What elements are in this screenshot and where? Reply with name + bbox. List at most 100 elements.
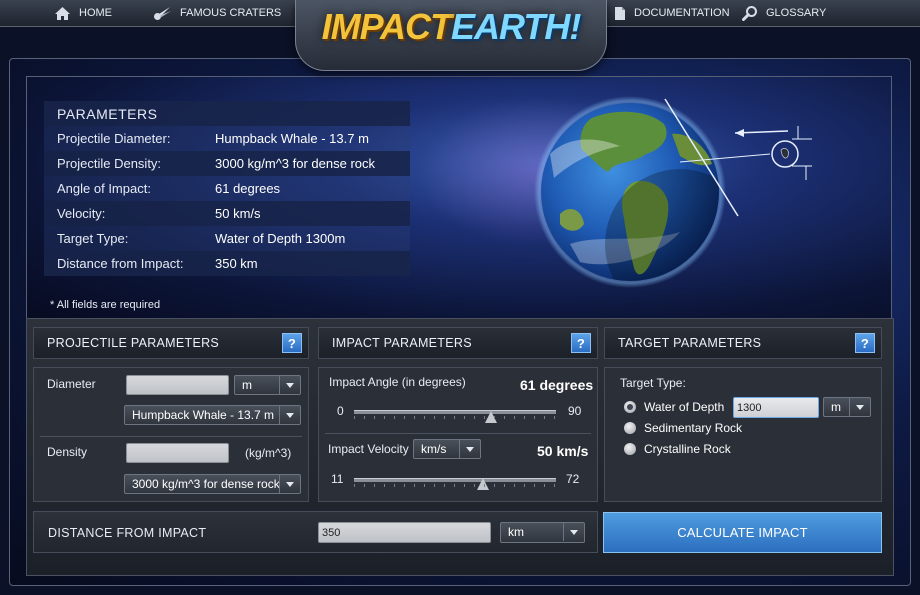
density-preset-select[interactable]: 3000 kg/m^3 for dense rock <box>124 474 301 494</box>
diameter-unit-value: m <box>242 378 252 392</box>
velocity-arrowhead-icon <box>735 129 744 137</box>
slider-tick <box>444 416 445 419</box>
slider-tick <box>484 416 485 419</box>
velocity-slider-track[interactable] <box>354 478 556 482</box>
logo-part-earth: EARTH! <box>450 6 581 47</box>
impact-angle-display: 61 degrees <box>520 377 594 393</box>
distance-input[interactable] <box>318 522 491 543</box>
slider-tick <box>474 484 475 487</box>
slider-tick <box>454 484 455 487</box>
nav-home[interactable]: HOME <box>54 0 112 26</box>
summary-value: Water of Depth 1300m <box>215 231 346 246</box>
document-icon <box>615 6 625 20</box>
distance-label: DISTANCE FROM IMPACT <box>48 526 207 540</box>
chevron-down-icon <box>279 406 300 424</box>
impact-angle-label: Impact Angle (in degrees) <box>329 375 466 389</box>
radio-water[interactable] <box>624 401 636 413</box>
impact-panel-header: IMPACT PARAMETERS ? <box>318 327 598 359</box>
slider-tick <box>384 484 385 487</box>
radio-water-label: Water of Depth <box>644 400 725 414</box>
calculate-impact-button[interactable]: CALCULATE IMPACT <box>603 512 882 553</box>
distance-unit-select[interactable]: km <box>500 522 585 543</box>
diameter-preset-value: Humpback Whale - 13.7 m <box>132 408 275 422</box>
projectile-divider <box>40 436 302 437</box>
slider-tick <box>414 484 415 487</box>
diameter-input[interactable] <box>126 375 229 395</box>
projectile-help-button[interactable]: ? <box>282 333 302 353</box>
velocity-unit-select[interactable]: km/s <box>413 439 481 459</box>
nav-home-label: HOME <box>79 7 112 19</box>
slider-tick <box>464 484 465 487</box>
diameter-preset-select[interactable]: Humpback Whale - 13.7 m <box>124 405 301 425</box>
comet-icon <box>154 6 171 20</box>
impact-divider <box>325 433 591 434</box>
velocity-unit-value: km/s <box>421 442 447 456</box>
summary-label: Target Type: <box>57 231 129 246</box>
angle-slider-thumb[interactable] <box>484 411 497 423</box>
water-depth-input[interactable] <box>733 397 819 418</box>
summary-label: Projectile Density: <box>57 156 162 171</box>
slider-tick <box>414 416 415 419</box>
nav-documentation[interactable]: DOCUMENTATION <box>614 0 730 26</box>
logo-tab: IMPACTEARTH! <box>295 0 607 71</box>
summary-label: Velocity: <box>57 206 106 221</box>
slider-tick <box>544 484 545 487</box>
chevron-down-icon <box>279 475 300 493</box>
density-preset-value: 3000 kg/m^3 for dense rock <box>132 477 280 491</box>
density-label: Density <box>47 445 88 459</box>
home-icon <box>55 6 70 20</box>
slider-tick <box>394 484 395 487</box>
magnifier-icon <box>742 6 757 21</box>
slider-tick <box>494 484 495 487</box>
summary-row: Target Type: Water of Depth 1300m <box>44 226 410 251</box>
slider-tick <box>354 416 355 419</box>
radio-crystalline-label: Crystalline Rock <box>644 442 731 456</box>
distance-unit-value: km <box>508 525 524 539</box>
parameters-title: PARAMETERS <box>57 105 158 122</box>
summary-row: Projectile Density: 3000 kg/m^3 for dens… <box>44 151 410 176</box>
slider-tick <box>354 484 355 487</box>
slider-tick <box>534 416 535 419</box>
earth-illustration <box>534 96 812 288</box>
slider-tick <box>494 416 495 419</box>
slider-tick <box>434 484 435 487</box>
slider-tick <box>364 416 365 419</box>
nav-famous-craters[interactable]: FAMOUS CRATERS <box>153 0 281 26</box>
slider-tick <box>374 416 375 419</box>
slider-tick <box>474 416 475 419</box>
slider-tick <box>544 416 545 419</box>
target-help-button[interactable]: ? <box>855 333 875 353</box>
slider-tick <box>554 416 555 419</box>
summary-label: Projectile Diameter: <box>57 131 171 146</box>
chevron-down-icon <box>563 523 584 541</box>
slider-tick <box>534 484 535 487</box>
slider-tick <box>514 416 515 419</box>
velocity-max-label: 72 <box>566 472 580 486</box>
diameter-unit-select[interactable]: m <box>234 375 301 395</box>
radio-crystalline[interactable] <box>624 443 636 455</box>
impact-help-button[interactable]: ? <box>571 333 591 353</box>
impact-panel-title: IMPACT PARAMETERS <box>332 336 472 350</box>
angle-slider-track[interactable] <box>354 410 556 414</box>
chevron-down-icon <box>459 440 480 458</box>
projectile-panel-title: PROJECTILE PARAMETERS <box>47 336 220 350</box>
slider-tick <box>514 484 515 487</box>
nav-glossary[interactable]: GLOSSARY <box>742 0 826 26</box>
projectile-icon <box>780 148 789 159</box>
chevron-down-icon <box>279 376 300 394</box>
slider-tick <box>464 416 465 419</box>
slider-tick <box>524 416 525 419</box>
summary-row: Projectile Diameter: Humpback Whale - 13… <box>44 126 410 151</box>
depth-unit-select[interactable]: m <box>823 397 871 417</box>
projectile-panel-header: PROJECTILE PARAMETERS ? <box>33 327 309 359</box>
density-input[interactable] <box>126 443 229 463</box>
slider-tick <box>554 484 555 487</box>
depth-unit-value: m <box>831 400 841 414</box>
slider-tick <box>374 484 375 487</box>
summary-row: Distance from Impact: 350 km <box>44 251 410 276</box>
slider-tick <box>444 484 445 487</box>
summary-value: 3000 kg/m^3 for dense rock <box>215 156 376 171</box>
summary-value: 350 km <box>215 256 258 271</box>
slider-tick <box>504 484 505 487</box>
radio-sedimentary[interactable] <box>624 422 636 434</box>
